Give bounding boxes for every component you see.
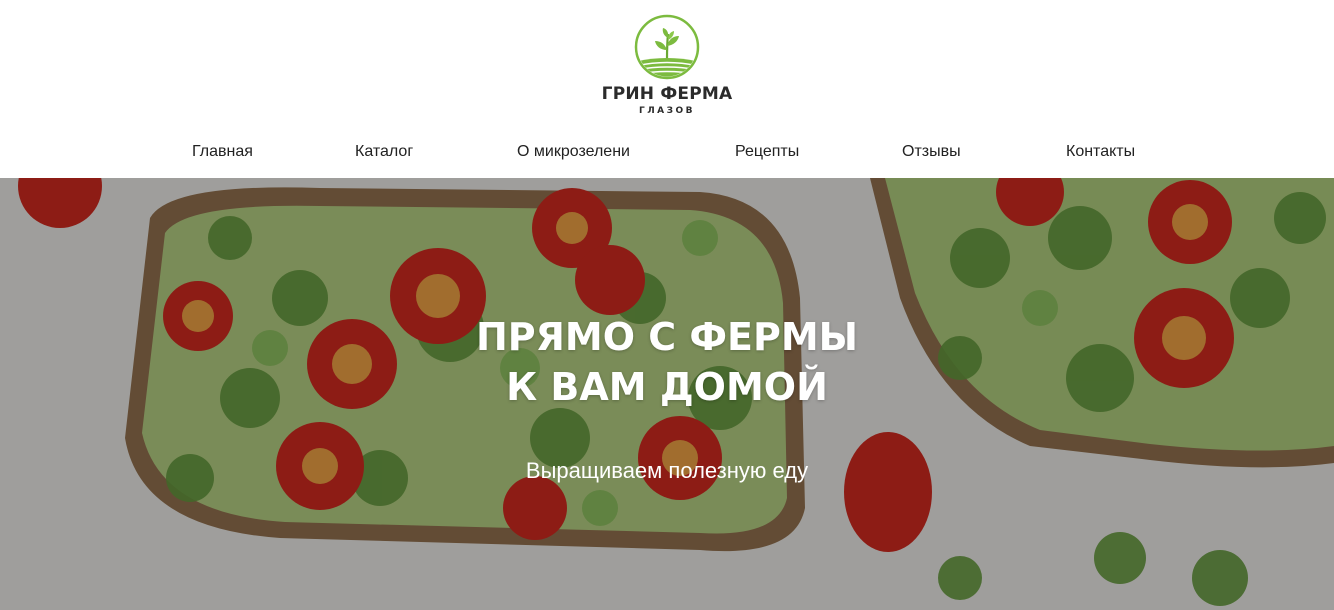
- nav-item-about-microgreens[interactable]: О микрозелени: [517, 143, 630, 161]
- hero-banner: ПРЯМО С ФЕРМЫ К ВАМ ДОМОЙ Выращиваем пол…: [0, 178, 1334, 610]
- main-nav: Главная Каталог О микрозелени Рецепты От…: [0, 143, 1334, 165]
- nav-item-recipes[interactable]: Рецепты: [735, 143, 799, 161]
- site-header: ГРИН ФЕРМА ГЛАЗОВ Главная Каталог О микр…: [0, 0, 1334, 178]
- nav-item-catalog[interactable]: Каталог: [355, 143, 413, 161]
- brand-name: ГРИН ФЕРМА: [601, 84, 733, 104]
- sprout-field-logo-icon: [634, 14, 700, 80]
- logo[interactable]: ГРИН ФЕРМА ГЛАЗОВ: [0, 14, 1334, 116]
- nav-item-contacts[interactable]: Контакты: [1066, 143, 1135, 161]
- brand-city: ГЛАЗОВ: [638, 106, 696, 116]
- nav-item-home[interactable]: Главная: [192, 143, 253, 161]
- hero-subtitle: Выращиваем полезную еду: [525, 458, 809, 483]
- hero-title-line-2: К ВАМ ДОМОЙ: [506, 365, 828, 409]
- hero-title: ПРЯМО С ФЕРМЫ К ВАМ ДОМОЙ: [0, 312, 1334, 412]
- hero-title-line-1: ПРЯМО С ФЕРМЫ: [475, 315, 859, 359]
- nav-item-reviews[interactable]: Отзывы: [902, 143, 961, 161]
